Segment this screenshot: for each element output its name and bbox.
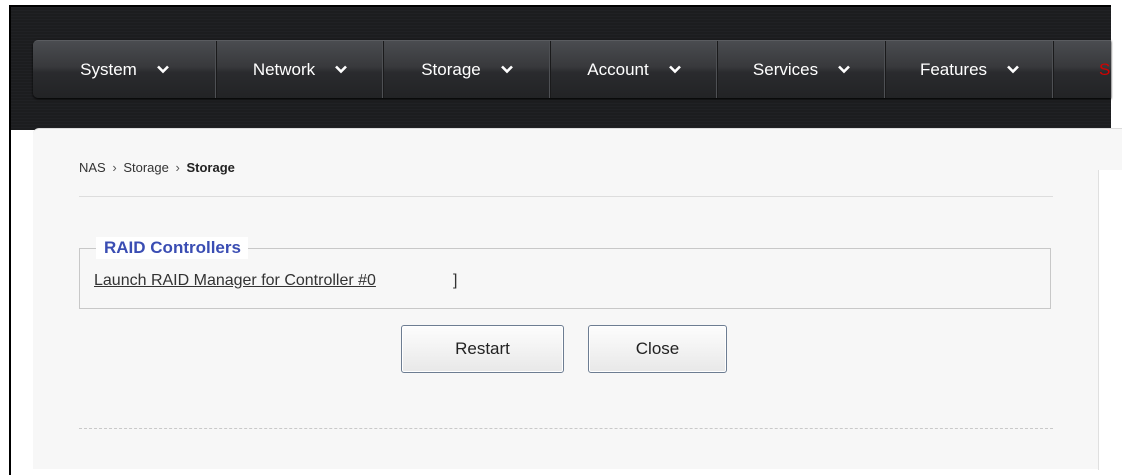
dashed-divider (79, 428, 1053, 429)
breadcrumb-section[interactable]: Storage (123, 160, 169, 175)
nav-item-account[interactable]: Account (551, 41, 718, 98)
nav-label: Account (587, 59, 649, 79)
close-button[interactable]: Close (588, 325, 727, 373)
nav-item-features[interactable]: Features (886, 41, 1054, 98)
nav-label: Storage (421, 59, 481, 79)
nav-item-truncated[interactable]: S (1054, 41, 1111, 98)
breadcrumb-root[interactable]: NAS (79, 160, 106, 175)
nav-item-system[interactable]: System (33, 41, 217, 98)
breadcrumb-separator: › (112, 160, 117, 175)
nav-label: Services (752, 59, 819, 79)
nav-item-services[interactable]: Services (718, 41, 886, 98)
chevron-down-icon (156, 65, 169, 74)
divider (79, 196, 1053, 197)
restart-button[interactable]: Restart (401, 325, 564, 373)
chevron-down-icon (1007, 65, 1019, 74)
breadcrumb-separator: › (175, 160, 180, 175)
chevron-down-icon (838, 65, 851, 74)
nav-item-storage[interactable]: Storage (384, 41, 551, 98)
nav-label: Network (252, 59, 316, 79)
side-panel (1098, 170, 1122, 470)
closing-bracket: ] (453, 272, 458, 289)
nav-label: System (80, 59, 137, 79)
nav-label: Features (919, 59, 988, 79)
nav-item-network[interactable]: Network (217, 41, 384, 98)
breadcrumb-current: Storage (186, 160, 235, 175)
nav-label: S (1099, 59, 1111, 79)
raid-controllers-legend: RAID Controllers (96, 237, 248, 259)
breadcrumb: NAS › Storage › Storage (79, 160, 235, 175)
main-nav: System Network Storage Account Services … (33, 40, 1111, 98)
chevron-down-icon (335, 65, 348, 74)
chevron-down-icon (668, 65, 681, 74)
chevron-down-icon (500, 65, 513, 74)
launch-raid-manager-link[interactable]: Launch RAID Manager for Controller #0 (94, 272, 376, 290)
